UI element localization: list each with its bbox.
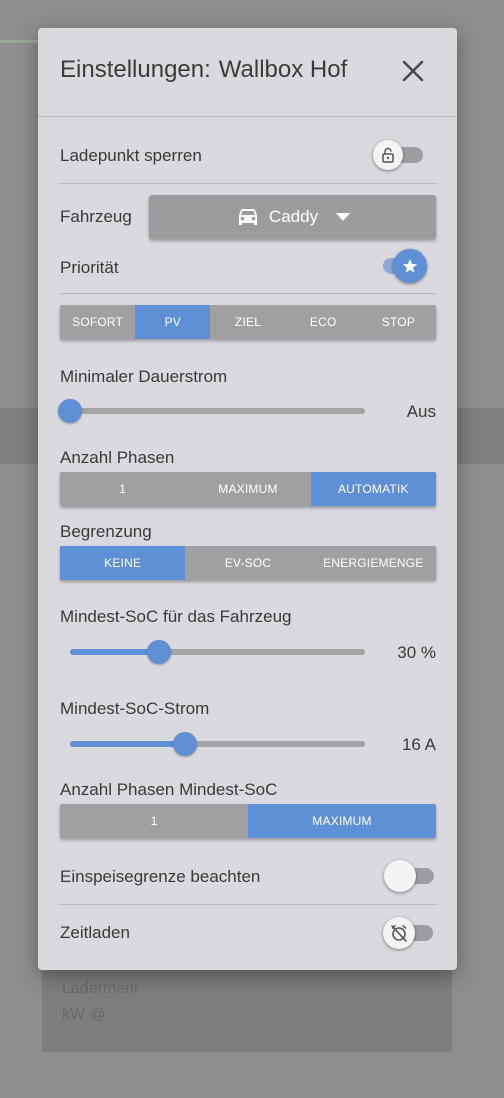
limit-selector: KEINE EV-SOC ENERGIEMENGE [60, 546, 436, 580]
min-soc-phases-option-maximum[interactable]: MAXIMUM [248, 804, 436, 838]
min-soc-phases-option-1[interactable]: 1 [60, 804, 248, 838]
lock-label: Ladepunkt sperren [60, 146, 202, 165]
min-current-thumb[interactable] [58, 399, 82, 423]
lock-divider [60, 183, 436, 184]
vehicle-value: Caddy [268, 207, 319, 226]
vehicle-select[interactable]: Caddy [149, 195, 436, 239]
dialog-title-name: Wallbox Hof [218, 56, 348, 83]
limit-option-energiemenge[interactable]: ENERGIEMENGE [311, 546, 436, 580]
min-current-slider[interactable] [58, 397, 365, 423]
phases-option-1[interactable]: 1 [60, 472, 185, 506]
timed-label: Zeitladen [60, 923, 130, 942]
car-icon [238, 209, 257, 225]
timed-toggle[interactable] [383, 917, 435, 949]
priority-toggle[interactable] [373, 249, 427, 283]
priority-divider [60, 293, 436, 294]
dialog-title-prefix: Einstellungen: [60, 56, 211, 83]
background-divider [0, 40, 40, 43]
min-soc-label: Mindest-SoC für das Fahrzeug [60, 607, 292, 626]
title-divider [38, 116, 457, 117]
feed-in-label: Einspeisegrenze beachten [60, 867, 261, 886]
limit-label: Begrenzung [60, 522, 152, 541]
min-soc-current-label: Mindest-SoC-Strom [60, 699, 210, 718]
close-icon[interactable] [400, 58, 426, 84]
min-soc-current-value: 16 A [401, 735, 436, 754]
charge-mode-option-eco[interactable]: ECO [286, 305, 361, 339]
lock-open-icon [373, 140, 403, 170]
background-card-value: kW @ [62, 1006, 106, 1023]
background-card-label: Ladermeni [62, 980, 138, 997]
settings-dialog: Einstellungen: Wallbox Hof Ladepunkt sper… [38, 28, 457, 970]
charge-mode-option-pv[interactable]: PV [135, 305, 211, 339]
min-soc-phases-label: Anzahl Phasen Mindest-SoC [60, 780, 278, 799]
min-soc-thumb[interactable] [146, 640, 171, 664]
phases-option-automatik[interactable]: AUTOMATIK [310, 472, 436, 506]
background-card: Ladermeni kW @ [42, 970, 452, 1052]
phases-option-maximum[interactable]: MAXIMUM [185, 472, 310, 506]
phases-selector: 1 MAXIMUM AUTOMATIK [60, 472, 436, 506]
phases-label: Anzahl Phasen [60, 448, 175, 467]
vehicle-label: Fahrzeug [60, 207, 132, 226]
lock-toggle[interactable] [373, 139, 425, 170]
limit-option-keine[interactable]: KEINE [60, 546, 186, 580]
feed-in-divider [60, 904, 436, 905]
min-current-label: Minimaler Dauerstrom [60, 367, 228, 386]
limit-option-ev-soc[interactable]: EV-SOC [185, 546, 310, 580]
min-soc-phases-selector: 1 MAXIMUM [60, 804, 436, 838]
alarm-off-icon [383, 917, 415, 949]
charge-mode-selector: SOFORT PV ZIEL ECO STOP [60, 305, 436, 339]
feed-in-toggle[interactable] [384, 860, 436, 892]
star-icon [393, 249, 427, 283]
caret-down-icon [336, 213, 351, 221]
min-soc-current-thumb[interactable] [173, 732, 198, 756]
min-soc-slider[interactable] [60, 638, 365, 664]
priority-label: Priorität [60, 258, 119, 277]
min-current-value: Aus [406, 402, 436, 421]
min-soc-value: 30 % [397, 643, 436, 662]
min-soc-current-slider[interactable] [60, 730, 365, 756]
charge-mode-option-ziel[interactable]: ZIEL [210, 305, 285, 339]
charge-mode-option-stop[interactable]: STOP [361, 305, 436, 339]
dialog-title: Einstellungen: Wallbox Hof [60, 56, 347, 84]
charge-mode-option-sofort[interactable]: SOFORT [60, 305, 135, 339]
